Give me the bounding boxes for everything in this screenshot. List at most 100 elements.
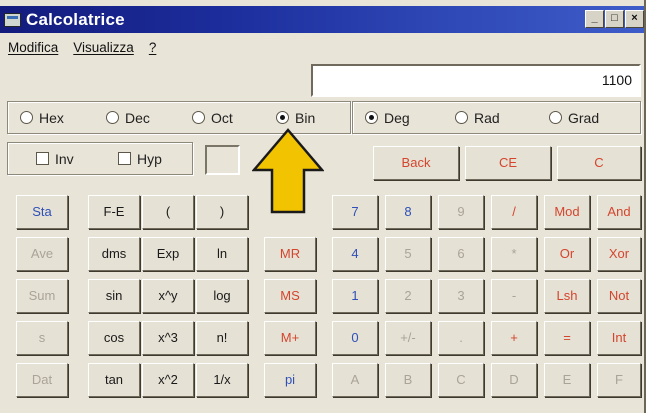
key-3[interactable]: 3: [438, 279, 484, 313]
key-and[interactable]: And: [597, 195, 641, 229]
key-int[interactable]: Int: [597, 321, 641, 355]
key-8[interactable]: 8: [385, 195, 431, 229]
dms-button[interactable]: dms: [88, 237, 140, 271]
back-button[interactable]: Back: [373, 146, 459, 180]
tan-button[interactable]: tan: [88, 363, 140, 397]
key-plus[interactable]: +: [491, 321, 537, 355]
key-a[interactable]: A: [332, 363, 378, 397]
key-1[interactable]: 1: [332, 279, 378, 313]
menu-help[interactable]: ?: [149, 40, 157, 58]
key-xor[interactable]: Xor: [597, 237, 641, 271]
key-c[interactable]: C: [438, 363, 484, 397]
menu-modifica[interactable]: Modifica: [8, 40, 58, 58]
radio-grad-circle: [549, 111, 562, 124]
calculator-app-icon: [4, 12, 21, 27]
menu-bar: Modifica Visualizza ?: [8, 40, 156, 58]
open-paren-button[interactable]: (: [142, 195, 194, 229]
ce-button[interactable]: CE: [465, 146, 551, 180]
c-button[interactable]: C: [557, 146, 641, 180]
radio-rad-label: Rad: [474, 109, 500, 126]
x-pow-y-button[interactable]: x^y: [142, 279, 194, 313]
radio-grad[interactable]: Grad: [549, 110, 599, 126]
key-e[interactable]: E: [544, 363, 590, 397]
minimize-button[interactable]: _: [585, 10, 604, 28]
key-minus[interactable]: -: [491, 279, 537, 313]
display-field[interactable]: 1100: [311, 64, 641, 97]
key-5[interactable]: 5: [385, 237, 431, 271]
key-mod[interactable]: Mod: [544, 195, 590, 229]
sin-button[interactable]: sin: [88, 279, 140, 313]
key-9[interactable]: 9: [438, 195, 484, 229]
maximize-button[interactable]: □: [605, 10, 624, 28]
key-divide[interactable]: /: [491, 195, 537, 229]
key-lsh[interactable]: Lsh: [544, 279, 590, 313]
pi-button[interactable]: pi: [264, 363, 316, 397]
radio-hex[interactable]: Hex: [20, 110, 64, 126]
key-f[interactable]: F: [597, 363, 641, 397]
dat-button[interactable]: Dat: [16, 363, 68, 397]
checkbox-inv-box: [36, 152, 49, 165]
inv-hyp-group: Inv Hyp: [7, 142, 193, 175]
key-7[interactable]: 7: [332, 195, 378, 229]
radio-hex-label: Hex: [39, 109, 64, 126]
radio-oct-label: Oct: [211, 109, 233, 126]
window-controls: _ □ ×: [585, 10, 644, 28]
exp-button[interactable]: Exp: [142, 237, 194, 271]
radio-deg[interactable]: Deg: [365, 110, 410, 126]
ln-button[interactable]: ln: [196, 237, 248, 271]
close-paren-button[interactable]: ): [196, 195, 248, 229]
sum-button[interactable]: Sum: [16, 279, 68, 313]
radio-dec-label: Dec: [125, 109, 150, 126]
radio-dec-circle: [106, 111, 119, 124]
key-multiply[interactable]: *: [491, 237, 537, 271]
s-button[interactable]: s: [16, 321, 68, 355]
close-button[interactable]: ×: [625, 10, 644, 28]
checkbox-hyp[interactable]: Hyp: [118, 151, 162, 167]
key-2[interactable]: 2: [385, 279, 431, 313]
radio-deg-label: Deg: [384, 109, 410, 126]
key-decimal[interactable]: .: [438, 321, 484, 355]
log-button[interactable]: log: [196, 279, 248, 313]
reciprocal-button[interactable]: 1/x: [196, 363, 248, 397]
m-plus-button[interactable]: M+: [264, 321, 316, 355]
radio-hex-circle: [20, 111, 33, 124]
radio-oct-circle: [192, 111, 205, 124]
ms-button[interactable]: MS: [264, 279, 316, 313]
x-cubed-button[interactable]: x^3: [142, 321, 194, 355]
checkbox-hyp-box: [118, 152, 131, 165]
radio-grad-label: Grad: [568, 109, 600, 126]
radio-dec[interactable]: Dec: [106, 110, 150, 126]
key-4[interactable]: 4: [332, 237, 378, 271]
checkbox-hyp-label: Hyp: [137, 150, 162, 167]
key-0[interactable]: 0: [332, 321, 378, 355]
key-b[interactable]: B: [385, 363, 431, 397]
key-or[interactable]: Or: [544, 237, 590, 271]
key-plus-minus[interactable]: +/-: [385, 321, 431, 355]
calculator-window: Calcolatrice _ □ × Modifica Visualizza ?…: [0, 0, 646, 413]
checkbox-inv[interactable]: Inv: [36, 151, 74, 167]
cos-button[interactable]: cos: [88, 321, 140, 355]
memory-indicator: [205, 145, 240, 175]
radio-bin-circle: [276, 111, 289, 124]
factorial-button[interactable]: n!: [196, 321, 248, 355]
up-arrow-icon: [252, 128, 324, 214]
mr-button[interactable]: MR: [264, 237, 316, 271]
key-not[interactable]: Not: [597, 279, 641, 313]
ave-button[interactable]: Ave: [16, 237, 68, 271]
radio-rad[interactable]: Rad: [455, 110, 500, 126]
radio-oct[interactable]: Oct: [192, 110, 233, 126]
title-bar[interactable]: Calcolatrice _ □ ×: [0, 6, 644, 33]
angle-mode-group: Deg Rad Grad: [352, 101, 641, 134]
key-d[interactable]: D: [491, 363, 537, 397]
radio-rad-circle: [455, 111, 468, 124]
x-squared-button[interactable]: x^2: [142, 363, 194, 397]
fe-button[interactable]: F-E: [88, 195, 140, 229]
sta-button[interactable]: Sta: [16, 195, 68, 229]
radio-bin-label: Bin: [295, 109, 316, 126]
window-title: Calcolatrice: [26, 9, 125, 29]
key-6[interactable]: 6: [438, 237, 484, 271]
radio-bin[interactable]: Bin: [276, 110, 315, 126]
radio-deg-circle: [365, 111, 378, 124]
menu-visualizza[interactable]: Visualizza: [73, 40, 134, 58]
key-equals[interactable]: =: [544, 321, 590, 355]
